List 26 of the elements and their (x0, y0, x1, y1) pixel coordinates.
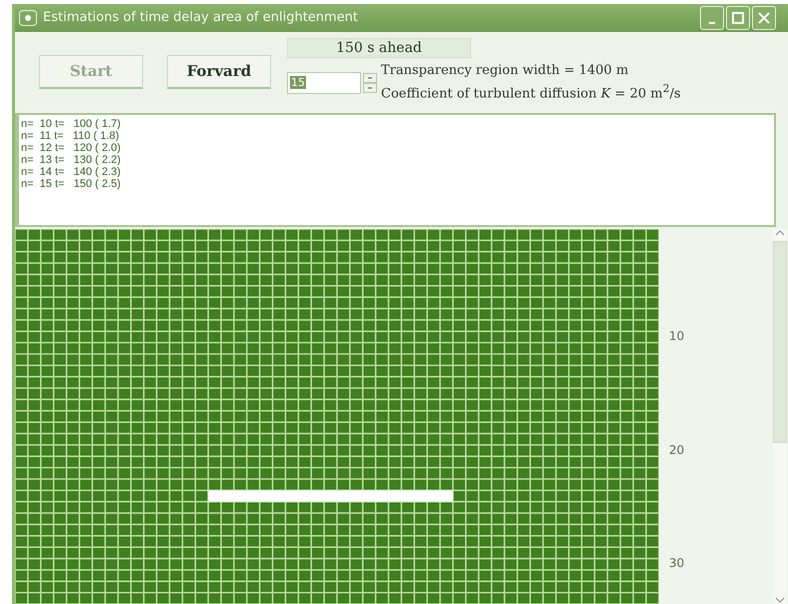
log-line: n= 10 t= 100 ( 1.7) (21, 118, 122, 130)
row-label: 20 (669, 442, 684, 457)
maximize-icon (732, 12, 744, 24)
app-logo-icon (19, 10, 37, 26)
minimize-button[interactable] (700, 6, 724, 30)
row-label: 30 (669, 556, 684, 570)
row-label: 10 (669, 328, 684, 343)
info-text: Transparency region width = 1400 m (381, 62, 630, 80)
spinner-field[interactable]: 15 (287, 72, 361, 94)
scroll-up-icon[interactable] (775, 229, 785, 237)
log-line: n= 11 t= 110 ( 1.8) (21, 130, 120, 142)
log-line: n= 14 t= 140 ( 2.3) (21, 166, 122, 178)
scroll-down-icon[interactable] (775, 596, 785, 604)
info-text: Coefficient of turbulent diffusion K = 20 m$^{2}$/s (381, 80, 681, 104)
maximize-button[interactable] (726, 6, 750, 30)
window-title: Estimations of time delay area of enlightenment (43, 10, 358, 26)
log-line: n= 13 t= 130 ( 2.2) (21, 154, 122, 166)
log-line: n= 15 t= 150 ( 2.5) (21, 178, 122, 190)
minimize-icon (709, 22, 715, 24)
log-line: n= 12 t= 120 ( 2.0) (21, 142, 122, 154)
status-label: 150 s ahead (287, 38, 471, 58)
close-button[interactable] (752, 6, 776, 30)
spinner-arrows-icon[interactable] (363, 72, 377, 93)
scrollbar[interactable] (773, 229, 787, 604)
forward-button[interactable]: Forvard (167, 54, 271, 89)
close-icon (758, 12, 770, 24)
